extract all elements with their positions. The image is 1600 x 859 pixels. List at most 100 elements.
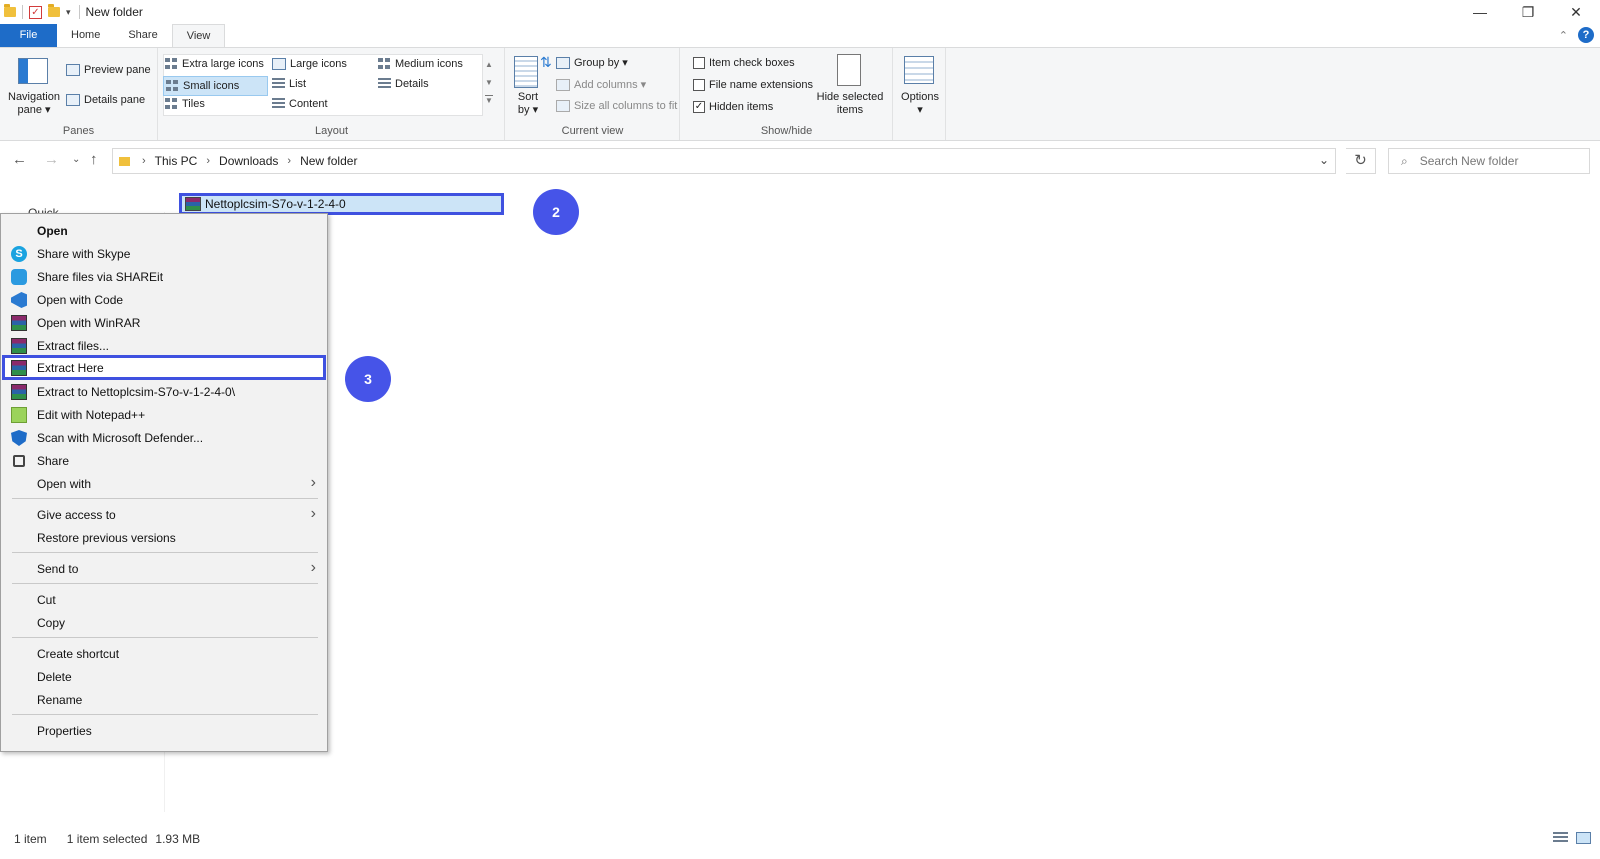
layout-label: Large icons — [290, 58, 347, 70]
hide-selected-items-button[interactable]: Hide selected items — [811, 91, 889, 117]
vscode-icon — [11, 292, 27, 308]
menu-item-label: Scan with Microsoft Defender... — [37, 430, 204, 445]
large-icons-view-icon[interactable] — [1576, 832, 1591, 844]
menu-item-share-via-shareit[interactable]: Share files via SHAREit — [2, 265, 326, 288]
menu-item-create-shortcut[interactable]: Create shortcut — [2, 642, 326, 665]
layout-large-icons[interactable]: Large icons — [272, 58, 347, 70]
layout-gallery-scroll[interactable]: ▲ ▼ ▼ — [485, 56, 493, 110]
layout-details[interactable]: Details — [378, 78, 429, 90]
refresh-button[interactable]: ↻ — [1346, 148, 1376, 174]
forward-arrow-icon[interactable]: → — [44, 151, 59, 168]
file-item[interactable]: Nettoplcsim-S7o-v-1-2-4-0 — [179, 193, 504, 215]
navigation-pane-icon — [18, 58, 48, 84]
new-folder-icon[interactable] — [48, 4, 60, 17]
layout-medium-icons[interactable]: Medium icons — [378, 58, 463, 70]
hide-selected-label-2: items — [836, 104, 864, 116]
breadcrumb-chevron-icon[interactable]: › — [142, 155, 146, 167]
file-name-extensions-checkbox[interactable] — [693, 79, 705, 91]
extra-large-icons-icon — [165, 58, 178, 70]
address-bar[interactable]: › This PC › Downloads › New folder ⌄ — [112, 148, 1336, 174]
file-name-extensions-label: File name extensions — [709, 79, 813, 91]
menu-item-scan-with-defender[interactable]: Scan with Microsoft Defender... — [2, 426, 326, 449]
breadcrumb-downloads[interactable]: Downloads — [219, 154, 278, 168]
layout-small-icons[interactable]: Small icons — [163, 76, 268, 96]
menu-item-restore-previous-versions[interactable]: Restore previous versions — [2, 526, 326, 549]
recent-locations-chevron-icon[interactable]: ⌄ — [72, 154, 80, 165]
navigation-pane-button[interactable]: Navigation pane ▾ — [4, 91, 64, 117]
up-arrow-icon[interactable]: ↑ — [90, 151, 98, 168]
layout-tiles[interactable]: Tiles — [165, 98, 205, 110]
menu-item-label: Delete — [37, 669, 72, 684]
menu-item-delete[interactable]: Delete — [2, 665, 326, 688]
layout-label: Tiles — [182, 98, 205, 110]
address-dropdown-icon[interactable]: ⌄ — [1319, 153, 1329, 167]
help-icon[interactable]: ? — [1578, 27, 1594, 43]
menu-item-edit-with-notepadpp[interactable]: Edit with Notepad++ — [2, 403, 326, 426]
breadcrumb-chevron-icon[interactable]: › — [287, 155, 291, 167]
menu-item-open-with[interactable]: Open with › — [2, 472, 326, 495]
details-view-icon[interactable] — [1553, 832, 1568, 844]
hidden-items-toggle[interactable]: ✓ Hidden items — [693, 101, 773, 113]
customize-toolbar-dropdown-icon[interactable]: ▾ — [66, 7, 71, 18]
quick-access-toolbar: ✓ ▾ — [0, 0, 71, 24]
menu-item-give-access-to[interactable]: Give access to › — [2, 503, 326, 526]
menu-item-share-with-skype[interactable]: S Share with Skype — [2, 242, 326, 265]
menu-item-open-with-code[interactable]: Open with Code — [2, 288, 326, 311]
menu-item-extract-files[interactable]: Extract files... — [2, 334, 326, 357]
options-button[interactable]: Options ▾ — [894, 91, 946, 117]
breadcrumb-new-folder[interactable]: New folder — [300, 154, 357, 168]
group-by-button[interactable]: Group by ▾ — [556, 56, 628, 69]
preview-pane-button[interactable]: Preview pane — [66, 64, 151, 76]
options-icon — [904, 56, 934, 84]
layout-list[interactable]: List — [272, 78, 306, 90]
menu-item-copy[interactable]: Copy — [2, 611, 326, 634]
menu-item-cut[interactable]: Cut — [2, 588, 326, 611]
menu-item-extract-here[interactable]: Extract Here — [2, 355, 326, 380]
minimize-button[interactable]: — — [1456, 0, 1504, 24]
menu-item-label: Rename — [37, 692, 83, 707]
breadcrumb-this-pc[interactable]: This PC — [155, 154, 198, 168]
size-columns-icon — [556, 100, 570, 112]
tab-share[interactable]: Share — [114, 24, 171, 47]
submenu-arrow-icon: › — [310, 559, 316, 576]
tab-file[interactable]: File — [0, 24, 57, 47]
menu-item-share[interactable]: Share — [2, 449, 326, 472]
minimize-ribbon-icon[interactable]: ⌃ — [1559, 29, 1568, 42]
details-pane-button[interactable]: Details pane — [66, 94, 145, 106]
panes-group: Navigation pane ▾ Preview pane Details p… — [0, 48, 158, 140]
tab-home[interactable]: Home — [57, 24, 114, 47]
item-check-boxes-toggle[interactable]: Item check boxes — [693, 57, 795, 69]
breadcrumb-chevron-icon[interactable]: › — [206, 155, 210, 167]
properties-check-icon[interactable]: ✓ — [29, 5, 42, 19]
close-button[interactable]: ✕ — [1552, 0, 1600, 24]
layout-extra-large-icons[interactable]: Extra large icons — [165, 58, 264, 70]
maximize-button[interactable]: ❐ — [1504, 0, 1552, 24]
menu-item-open[interactable]: Open — [2, 219, 326, 242]
search-input[interactable]: ⌕ Search New folder — [1388, 148, 1590, 174]
menu-item-open-with-winrar[interactable]: Open with WinRAR — [2, 311, 326, 334]
sort-by-button[interactable]: Sort by ▾ — [508, 91, 548, 117]
add-columns-button[interactable]: Add columns ▾ — [556, 78, 646, 91]
menu-item-properties[interactable]: Properties — [2, 719, 326, 742]
hidden-items-checkbox[interactable]: ✓ — [693, 101, 705, 113]
menu-item-extract-to-folder[interactable]: Extract to Nettoplcsim-S7o-v-1-2-4-0\ — [2, 380, 326, 403]
back-arrow-icon[interactable]: ← — [12, 151, 27, 168]
layout-label: Details — [395, 78, 429, 90]
menu-item-send-to[interactable]: Send to › — [2, 557, 326, 580]
menu-item-label: Open with — [37, 476, 92, 491]
group-by-label: Group by ▾ — [574, 57, 628, 69]
layout-content[interactable]: Content — [272, 98, 328, 110]
winrar-icon — [11, 360, 27, 376]
submenu-arrow-icon: › — [310, 474, 316, 491]
file-name-extensions-toggle[interactable]: File name extensions — [693, 79, 813, 91]
navigation-bar: ← → ⌄ ↑ › This PC › Downloads › New fold… — [0, 143, 1600, 177]
size-all-columns-button[interactable]: Size all columns to fit — [556, 100, 677, 112]
options-group: Options ▾ — [894, 48, 946, 140]
skype-icon: S — [11, 246, 27, 262]
tab-view[interactable]: View — [171, 24, 226, 47]
item-check-boxes-checkbox[interactable] — [693, 57, 705, 69]
menu-item-label: Copy — [37, 615, 66, 630]
details-pane-label: Details pane — [84, 94, 146, 106]
file-name: Nettoplcsim-S7o-v-1-2-4-0 — [205, 197, 346, 211]
menu-item-rename[interactable]: Rename — [2, 688, 326, 711]
